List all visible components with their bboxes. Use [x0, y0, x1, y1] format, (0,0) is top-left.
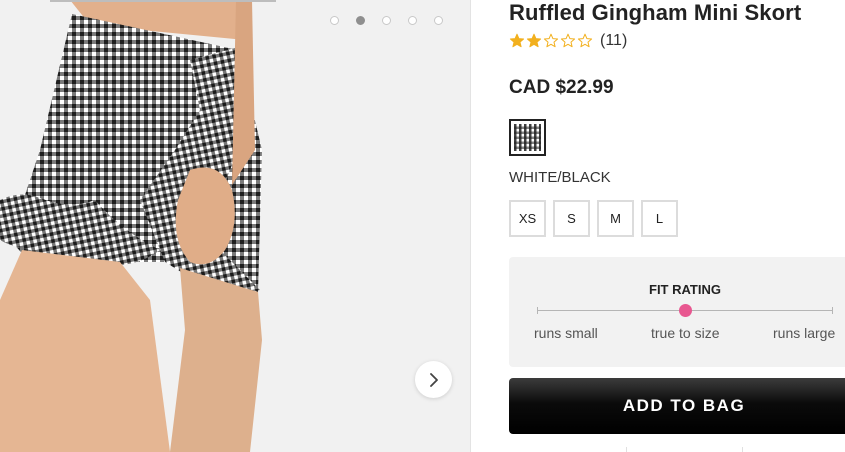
star-filled-icon: [526, 33, 542, 48]
star-rating: [509, 33, 593, 49]
product-price: CAD $22.99: [509, 77, 614, 98]
fit-label-runs-small: runs small: [534, 325, 598, 341]
color-swatch-white-black[interactable]: [509, 119, 546, 156]
fit-rating-marker: [679, 304, 692, 317]
size-button-xs[interactable]: XS: [509, 200, 546, 237]
star-empty-icon: [560, 33, 576, 48]
size-button-m[interactable]: M: [597, 200, 634, 237]
fit-tick-left: [537, 307, 538, 314]
add-to-bag-button[interactable]: ADD TO BAG: [509, 378, 845, 434]
fit-label-true-to-size: true to size: [651, 325, 720, 341]
chevron-right-icon: [429, 372, 438, 387]
fit-label-runs-large: runs large: [773, 325, 836, 341]
gallery-divider: [470, 0, 471, 452]
slide-dot-5[interactable]: [434, 16, 443, 25]
product-image-gallery[interactable]: [0, 0, 470, 452]
size-button-s[interactable]: S: [553, 200, 590, 237]
star-empty-icon: [543, 33, 559, 48]
divider-line: [742, 447, 743, 452]
slide-dot-4[interactable]: [408, 16, 417, 25]
product-title: Ruffled Gingham Mini Skort: [509, 0, 802, 25]
fit-rating-panel: FIT RATING runs small true to size runs …: [509, 257, 845, 367]
size-button-l[interactable]: L: [641, 200, 678, 237]
divider-line: [626, 447, 627, 452]
fit-rating-title: FIT RATING: [649, 282, 721, 297]
top-indicator-line: [50, 0, 276, 2]
slide-dot-1[interactable]: [330, 16, 339, 25]
slide-dot-3[interactable]: [382, 16, 391, 25]
slide-dot-2[interactable]: [356, 16, 365, 25]
review-count[interactable]: (11): [600, 32, 627, 50]
size-selector: XS S M L: [509, 200, 678, 237]
star-empty-icon: [577, 33, 593, 48]
next-slide-button[interactable]: [415, 361, 452, 398]
rating-row[interactable]: (11): [509, 32, 627, 50]
star-filled-icon: [509, 33, 525, 48]
fit-tick-right: [832, 307, 833, 314]
product-photo: [0, 0, 470, 452]
selected-color-name: WHITE/BLACK: [509, 169, 611, 186]
gingham-swatch-pattern: [514, 124, 541, 151]
fit-rating-track: [537, 304, 833, 317]
slide-dots: [330, 16, 443, 25]
